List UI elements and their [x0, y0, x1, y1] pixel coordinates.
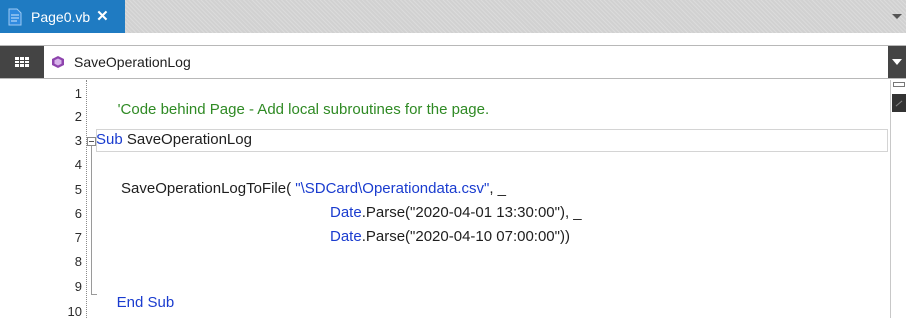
- code-editor[interactable]: 1 2 3 4 5 6 7 8 9 10 'Code behind Page -…: [0, 80, 906, 319]
- grid-view-button[interactable]: [0, 46, 44, 78]
- line-number: 1: [74, 86, 82, 101]
- gutter-divider: [86, 80, 87, 318]
- outline-end: [91, 294, 97, 295]
- code-line-5: SaveOperationLogToFile( "\SDCard\Operati…: [121, 180, 506, 197]
- code-line-6: Date.Parse("2020-04-01 13:30:00"), _: [330, 204, 582, 221]
- close-icon[interactable]: ✕: [96, 9, 109, 24]
- line-number: 3: [74, 133, 82, 148]
- split-handle[interactable]: [893, 82, 905, 87]
- type-date: Date: [330, 228, 362, 245]
- line-number-gutter: 1 2 3 4 5 6 7 8 9 10: [0, 80, 84, 319]
- code-line-7: Date.Parse("2020-04-10 07:00:00")): [330, 228, 570, 245]
- code-file-icon: [5, 7, 25, 27]
- chevron-down-icon: [892, 59, 902, 65]
- line-number: 8: [74, 254, 82, 269]
- navigation-bar: SaveOperationLog: [0, 45, 906, 79]
- line-number: 4: [74, 157, 82, 172]
- parse-call: .Parse("2020-04-10 07:00:00")): [361, 228, 570, 245]
- line-number: 7: [74, 230, 82, 245]
- code-line-9: End Sub: [100, 277, 175, 328]
- line-number: 5: [74, 182, 82, 197]
- outline-line: [91, 146, 92, 294]
- code-line-1: 'Code behind Page - Add local subroutine…: [101, 84, 489, 135]
- line-continuation: , _: [489, 180, 507, 197]
- chevron-down-icon[interactable]: [892, 14, 902, 19]
- parse-call: .Parse("2020-04-01 13:30:00"), _: [361, 204, 582, 221]
- member-name: SaveOperationLog: [74, 54, 191, 70]
- code-line-3: Sub SaveOperationLog: [96, 131, 252, 148]
- grid-icon: [15, 57, 29, 67]
- line-number: 10: [67, 304, 82, 319]
- sub-name: SaveOperationLog: [122, 131, 252, 148]
- vertical-scrollbar[interactable]: [890, 80, 906, 318]
- tab-label: Page0.vb: [31, 8, 91, 25]
- tab-page0-vb[interactable]: Page0.vb ✕: [0, 0, 125, 33]
- method-cube-icon: [52, 55, 66, 69]
- member-dropdown-button[interactable]: [888, 46, 906, 78]
- collapse-icon[interactable]: [87, 137, 96, 146]
- comment-text: 'Code behind Page - Add local subroutine…: [117, 101, 490, 118]
- document-tab-strip: Page0.vb ✕: [0, 0, 906, 33]
- string-literal: "\SDCard\Operationdata.csv": [295, 180, 490, 197]
- call-name: SaveOperationLogToFile(: [121, 180, 296, 197]
- line-number: 2: [74, 109, 82, 124]
- keyword-end-sub: End Sub: [116, 294, 175, 311]
- line-number: 9: [74, 279, 82, 294]
- keyword-sub: Sub: [96, 131, 123, 148]
- type-date: Date: [330, 204, 362, 221]
- scrollbar-thumb[interactable]: [892, 94, 906, 112]
- member-dropdown[interactable]: SaveOperationLog: [44, 46, 888, 78]
- line-number: 6: [74, 206, 82, 221]
